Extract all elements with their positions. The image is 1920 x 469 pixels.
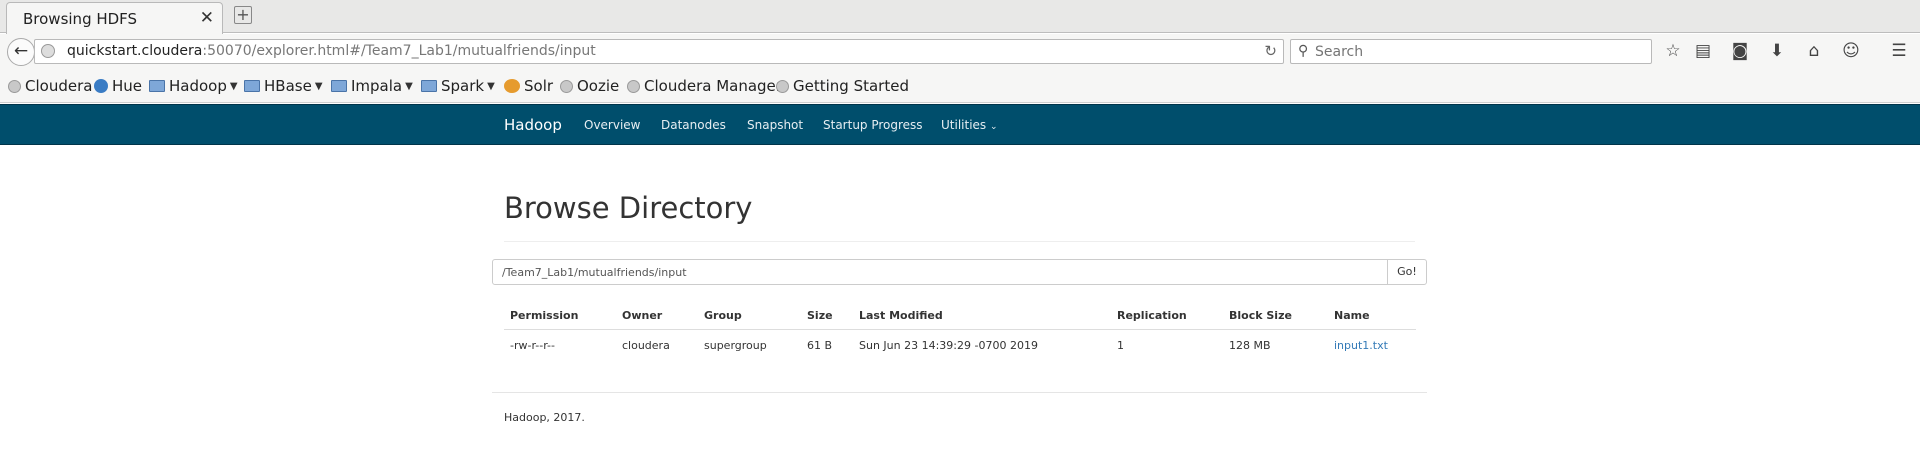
column-header-owner[interactable]: Owner xyxy=(622,309,662,322)
folder-icon xyxy=(149,80,165,92)
bookmark-folder-impala[interactable]: Impala ▼ xyxy=(331,77,413,95)
bookmark-oozie[interactable]: Oozie xyxy=(560,77,619,95)
url-bar[interactable]: quickstart.cloudera:50070/explorer.html#… xyxy=(34,39,1284,64)
column-header-size[interactable]: Size xyxy=(807,309,833,322)
footer-text: Hadoop, 2017. xyxy=(504,411,585,424)
column-header-group[interactable]: Group xyxy=(704,309,742,322)
folder-icon xyxy=(331,80,347,92)
column-header-name[interactable]: Name xyxy=(1334,309,1370,322)
cell-size: 61 B xyxy=(807,339,833,352)
menu-icon[interactable]: ☰ xyxy=(1888,40,1910,62)
hadoop-navbar: Hadoop Overview Datanodes Snapshot Start… xyxy=(0,104,1920,145)
bookmark-cloudera[interactable]: Cloudera xyxy=(8,77,92,95)
chat-icon[interactable]: ☺ xyxy=(1840,40,1862,62)
new-tab-button[interactable]: + xyxy=(234,6,252,24)
nav-startup-progress[interactable]: Startup Progress xyxy=(823,118,923,132)
site-info-icon[interactable] xyxy=(41,44,55,58)
table-header-divider xyxy=(504,329,1416,330)
url-text: quickstart.cloudera:50070/explorer.html#… xyxy=(67,43,596,59)
bookmark-solr[interactable]: Solr xyxy=(504,77,553,95)
column-header-last-modified[interactable]: Last Modified xyxy=(859,309,943,322)
browser-tab[interactable]: Browsing HDFS ✕ xyxy=(6,2,223,34)
nav-datanodes[interactable]: Datanodes xyxy=(661,118,726,132)
solr-icon xyxy=(504,79,520,93)
folder-icon xyxy=(421,80,437,92)
nav-utilities[interactable]: Utilities ⌄ xyxy=(941,118,998,132)
bookmark-getting-started[interactable]: Getting Started xyxy=(776,77,909,95)
chevron-down-icon: ⌄ xyxy=(990,122,998,132)
bookmark-folder-spark[interactable]: Spark ▼ xyxy=(421,77,495,95)
globe-icon xyxy=(627,79,640,93)
close-icon[interactable]: ✕ xyxy=(200,8,214,28)
cell-block-size: 128 MB xyxy=(1229,339,1271,352)
cell-owner: cloudera xyxy=(622,339,670,352)
search-input[interactable] xyxy=(1315,41,1645,62)
chevron-down-icon: ▼ xyxy=(487,80,495,92)
globe-icon xyxy=(776,79,789,93)
chevron-down-icon: ▼ xyxy=(405,80,413,92)
home-icon[interactable]: ⌂ xyxy=(1803,40,1825,62)
divider xyxy=(504,241,1415,242)
column-header-block-size[interactable]: Block Size xyxy=(1229,309,1292,322)
search-bar[interactable]: ⚲ xyxy=(1290,39,1652,64)
cell-replication: 1 xyxy=(1117,339,1124,352)
nav-overview[interactable]: Overview xyxy=(584,118,641,132)
tab-strip: Browsing HDFS ✕ + xyxy=(0,0,1920,34)
chevron-down-icon: ▼ xyxy=(229,80,238,92)
folder-icon xyxy=(244,80,260,92)
back-button[interactable]: ← xyxy=(7,38,35,66)
url-path: :50070/explorer.html#/Team7_Lab1/mutualf… xyxy=(202,43,596,59)
back-arrow-icon: ← xyxy=(13,41,29,61)
bookmark-folder-hbase[interactable]: HBase ▼ xyxy=(244,77,323,95)
bookmark-hue[interactable]: Hue xyxy=(94,77,142,95)
url-host: quickstart.cloudera xyxy=(67,43,203,59)
directory-path-input[interactable] xyxy=(492,259,1388,285)
column-header-replication[interactable]: Replication xyxy=(1117,309,1187,322)
chevron-down-icon: ▼ xyxy=(314,80,323,92)
cell-group: supergroup xyxy=(704,339,767,352)
file-link[interactable]: input1.txt xyxy=(1334,339,1388,352)
download-icon[interactable]: ⬇ xyxy=(1766,40,1788,62)
navigation-bar: ← quickstart.cloudera:50070/explorer.htm… xyxy=(0,34,1920,69)
nav-snapshot[interactable]: Snapshot xyxy=(747,118,803,132)
globe-icon xyxy=(8,79,21,93)
hue-icon xyxy=(94,79,108,93)
go-button[interactable]: Go! xyxy=(1387,259,1427,285)
tab-title: Browsing HDFS xyxy=(23,10,138,28)
cell-permission[interactable]: -rw-r--r-- xyxy=(510,339,555,352)
page-title: Browse Directory xyxy=(504,191,753,225)
bookmark-cloudera-manager[interactable]: Cloudera Manager xyxy=(627,77,782,95)
reading-list-icon[interactable]: ▤ xyxy=(1692,40,1714,62)
reload-icon[interactable]: ↻ xyxy=(1264,42,1277,60)
bookmark-star-icon[interactable]: ☆ xyxy=(1662,40,1684,62)
globe-icon xyxy=(560,79,573,93)
bookmarks-bar: Cloudera Hue Hadoop ▼ HBase ▼ Impala ▼ Spar… xyxy=(0,69,1920,103)
column-header-permission[interactable]: Permission xyxy=(510,309,578,322)
cell-last-modified: Sun Jun 23 14:39:29 -0700 2019 xyxy=(859,339,1038,352)
footer-divider xyxy=(492,392,1427,393)
pocket-icon[interactable]: ◙ xyxy=(1729,40,1751,62)
navbar-brand[interactable]: Hadoop xyxy=(504,116,562,134)
bookmark-folder-hadoop[interactable]: Hadoop ▼ xyxy=(149,77,238,95)
search-icon: ⚲ xyxy=(1298,43,1309,59)
